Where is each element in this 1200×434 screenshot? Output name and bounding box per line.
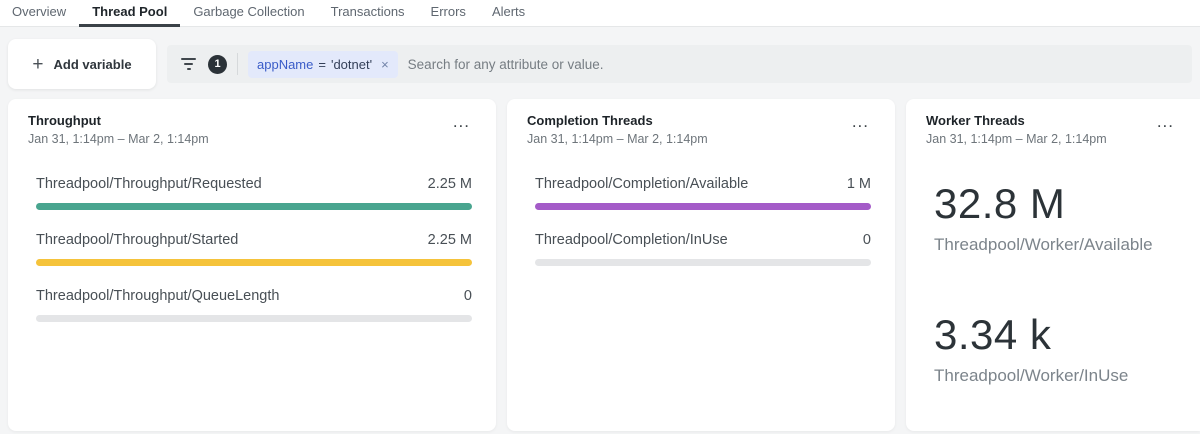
metric-value: 0 — [464, 288, 472, 304]
metric-row: Threadpool/Throughput/QueueLength 0 — [36, 288, 472, 322]
metric-bar — [535, 259, 871, 266]
metric-label: Threadpool/Completion/Available — [535, 176, 748, 192]
card-title: Worker Threads — [926, 113, 1107, 128]
metric-label: Threadpool/Completion/InUse — [535, 232, 728, 248]
stat-value: 3.34 k — [934, 311, 1176, 359]
card-header: Throughput Jan 31, 1:14pm – Mar 2, 1:14pm… — [28, 113, 472, 146]
stat-label: Threadpool/Worker/InUse — [934, 366, 1176, 386]
metric-bar — [36, 315, 472, 322]
filter-count-badge: 1 — [208, 55, 227, 74]
card-throughput: Throughput Jan 31, 1:14pm – Mar 2, 1:14pm… — [8, 99, 496, 431]
plus-icon: + — [32, 55, 43, 74]
metric-line: Threadpool/Completion/Available 1 M — [535, 176, 871, 192]
metric-rows: Threadpool/Throughput/Requested2.25 MThr… — [28, 176, 472, 322]
card-worker-threads: Worker Threads Jan 31, 1:14pm – Mar 2, 1:… — [906, 99, 1200, 431]
card-menu-ellipsis-icon[interactable]: ... — [1155, 113, 1176, 131]
metric-row: Threadpool/Throughput/Started 2.25 M — [36, 232, 472, 266]
card-header-text: Completion Threads Jan 31, 1:14pm – Mar 2… — [527, 113, 708, 146]
chip-remove-icon[interactable]: × — [381, 57, 389, 72]
metric-bar — [36, 259, 472, 266]
filter-divider — [237, 53, 238, 75]
card-header: Worker Threads Jan 31, 1:14pm – Mar 2, 1:… — [926, 113, 1176, 146]
card-time-range: Jan 31, 1:14pm – Mar 2, 1:14pm — [926, 132, 1107, 146]
tab-alerts[interactable]: Alerts — [479, 0, 538, 27]
metric-value: 2.25 M — [428, 176, 472, 192]
filter-bar[interactable]: 1 appName = 'dotnet' × — [167, 45, 1192, 83]
card-time-range: Jan 31, 1:14pm – Mar 2, 1:14pm — [28, 132, 209, 146]
card-title: Completion Threads — [527, 113, 708, 128]
chip-operator: = — [318, 57, 326, 72]
card-menu-ellipsis-icon[interactable]: ... — [451, 113, 472, 131]
chip-attribute: appName — [257, 57, 313, 72]
tab-thread-pool[interactable]: Thread Pool — [79, 0, 180, 27]
tab-errors[interactable]: Errors — [418, 0, 479, 27]
card-header: Completion Threads Jan 31, 1:14pm – Mar 2… — [527, 113, 871, 146]
metric-value: 2.25 M — [428, 232, 472, 248]
tab-overview[interactable]: Overview — [12, 0, 79, 27]
metric-line: Threadpool/Throughput/Started 2.25 M — [36, 232, 472, 248]
metric-rows: Threadpool/Completion/Available1 MThread… — [527, 176, 871, 266]
metric-value: 1 M — [847, 176, 871, 192]
stat: 32.8 M Threadpool/Worker/Available — [934, 180, 1176, 255]
metric-row: Threadpool/Completion/Available 1 M — [535, 176, 871, 210]
card-time-range: Jan 31, 1:14pm – Mar 2, 1:14pm — [527, 132, 708, 146]
card-header-text: Worker Threads Jan 31, 1:14pm – Mar 2, 1:… — [926, 113, 1107, 146]
metric-bar — [36, 203, 472, 210]
card-header-text: Throughput Jan 31, 1:14pm – Mar 2, 1:14pm — [28, 113, 209, 146]
add-variable-button[interactable]: + Add variable — [8, 39, 156, 89]
metric-line: Threadpool/Completion/InUse 0 — [535, 232, 871, 248]
big-number-stats: 32.8 M Threadpool/Worker/Available 3.34 k T… — [926, 180, 1176, 386]
toolbar: + Add variable 1 appName = 'dotnet' × — [0, 27, 1200, 89]
tab-garbage-collection[interactable]: Garbage Collection — [180, 0, 317, 27]
stat-label: Threadpool/Worker/Available — [934, 235, 1176, 255]
attribute-search-input[interactable] — [408, 57, 1180, 72]
card-menu-ellipsis-icon[interactable]: ... — [850, 113, 871, 131]
tab-transactions[interactable]: Transactions — [318, 0, 418, 27]
metric-line: Threadpool/Throughput/QueueLength 0 — [36, 288, 472, 304]
filter-funnel-icon — [179, 56, 198, 72]
metric-label: Threadpool/Throughput/QueueLength — [36, 288, 279, 304]
stat-value: 32.8 M — [934, 180, 1176, 228]
card-completion-threads: Completion Threads Jan 31, 1:14pm – Mar 2… — [507, 99, 895, 431]
metric-value: 0 — [863, 232, 871, 248]
metric-row: Threadpool/Completion/InUse 0 — [535, 232, 871, 266]
metric-label: Threadpool/Throughput/Started — [36, 232, 238, 248]
card-title: Throughput — [28, 113, 209, 128]
stat: 3.34 k Threadpool/Worker/InUse — [934, 311, 1176, 386]
add-variable-label: Add variable — [54, 57, 132, 72]
metric-line: Threadpool/Throughput/Requested 2.25 M — [36, 176, 472, 192]
tab-bar: OverviewThread PoolGarbage CollectionTra… — [0, 0, 1200, 27]
metric-row: Threadpool/Throughput/Requested 2.25 M — [36, 176, 472, 210]
chip-value: 'dotnet' — [331, 57, 372, 72]
metric-label: Threadpool/Throughput/Requested — [36, 176, 262, 192]
filter-chip-appname[interactable]: appName = 'dotnet' × — [248, 51, 398, 78]
metric-bar — [535, 203, 871, 210]
dashboard-cards: Throughput Jan 31, 1:14pm – Mar 2, 1:14pm… — [0, 89, 1200, 431]
